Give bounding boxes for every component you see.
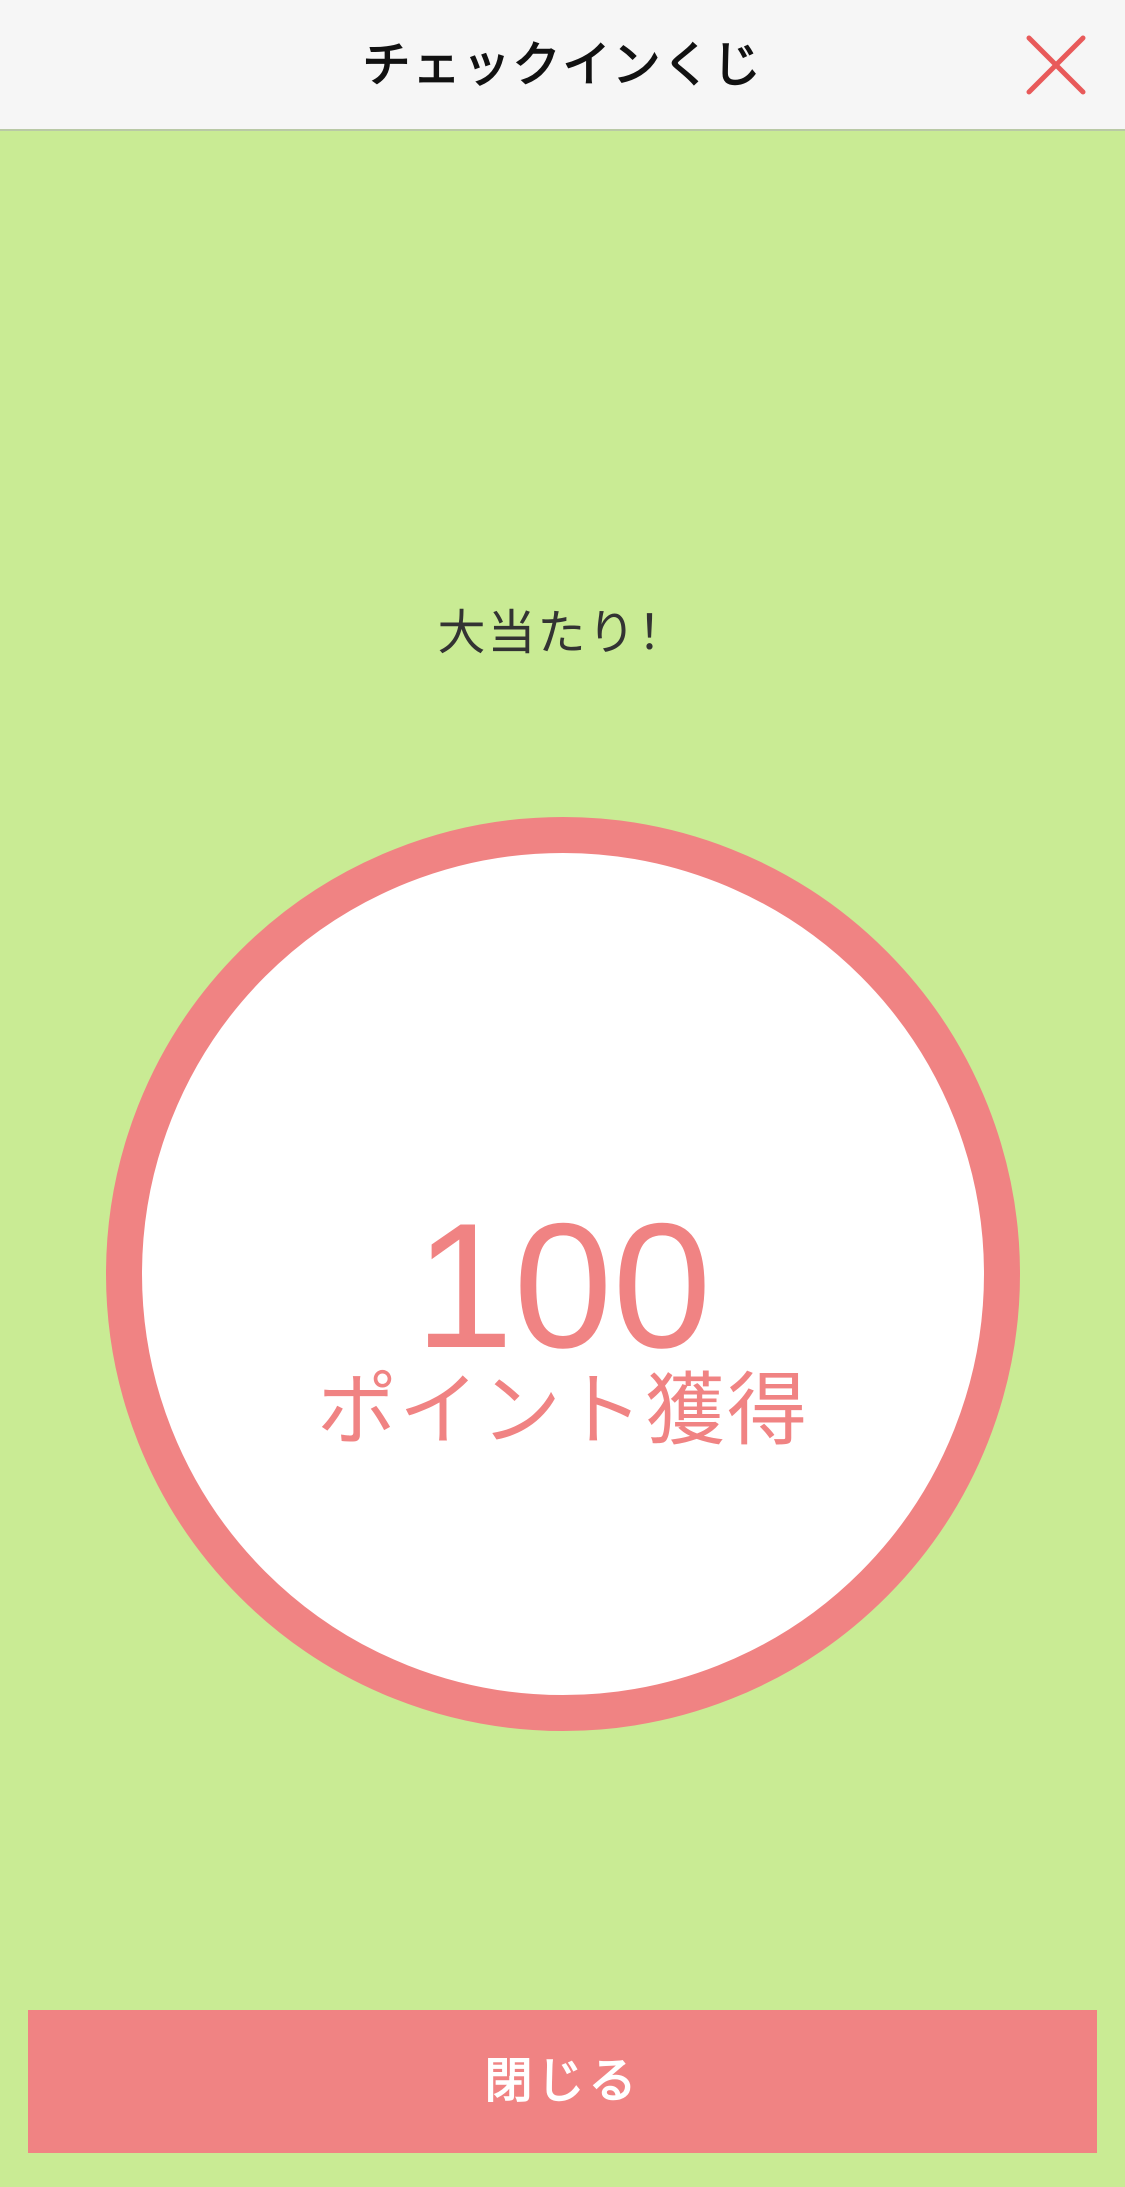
points-value: 100 xyxy=(414,1186,712,1385)
result-label: 大当たり！ xyxy=(437,605,688,661)
header-bar: チェックインくじ xyxy=(0,0,1125,131)
close-button[interactable]: 閉じる xyxy=(28,2010,1097,2153)
page-title: チェックインくじ xyxy=(362,37,763,93)
close-icon[interactable] xyxy=(1025,34,1087,96)
points-label: ポイント獲得 xyxy=(317,1364,809,1457)
result-circle: 100 ポイント獲得 xyxy=(106,817,1020,1731)
